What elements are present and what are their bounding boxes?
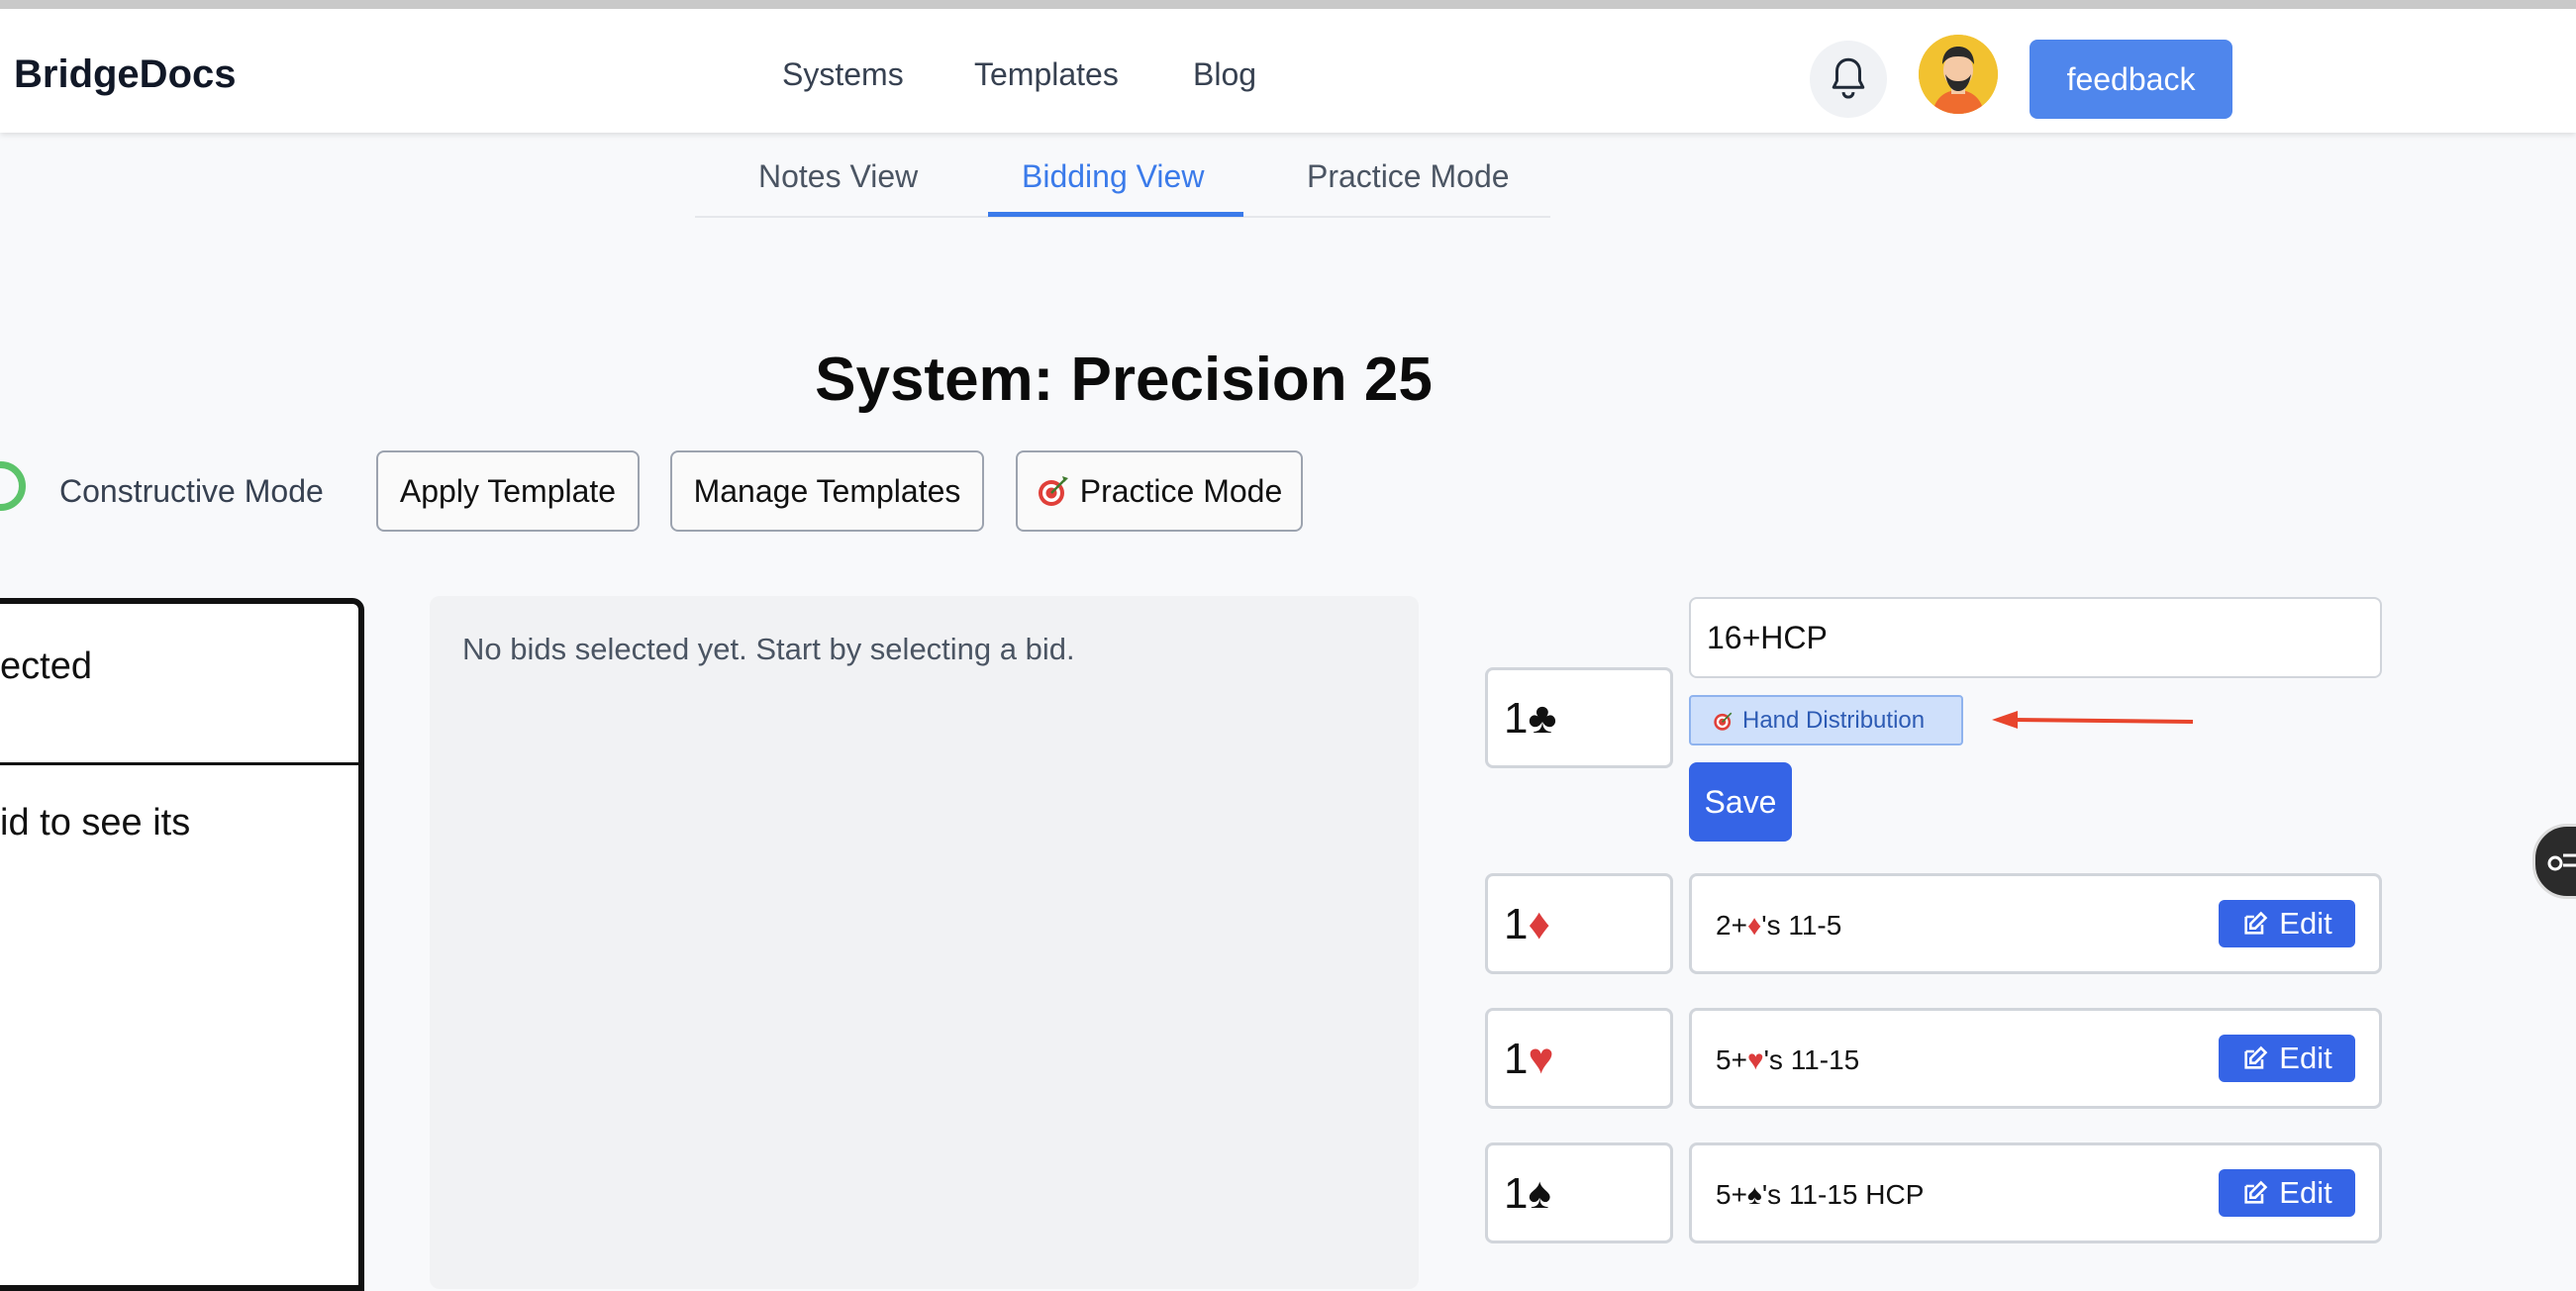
bid-detail-body-text: id to see its bbox=[0, 802, 191, 844]
edit-icon bbox=[2244, 1045, 2268, 1069]
bid-description-text: 5+♥'s 11-15 bbox=[1716, 1044, 1860, 1075]
bid-description-card: 5+♠'s 11-15 HCP Edit bbox=[1689, 1142, 2382, 1243]
nav-blog[interactable]: Blog bbox=[1193, 56, 1256, 93]
app-logo[interactable]: BridgeDocs bbox=[14, 52, 237, 97]
edit-icon bbox=[2244, 1180, 2268, 1204]
floating-widget-handle[interactable] bbox=[2532, 824, 2576, 899]
edit-icon bbox=[2244, 911, 2268, 935]
notifications-button[interactable] bbox=[1810, 41, 1887, 118]
bid-description-text: 5+♠'s 11-15 HCP bbox=[1716, 1179, 1925, 1210]
apply-template-button[interactable]: Apply Template bbox=[376, 450, 640, 532]
feedback-button[interactable]: feedback bbox=[2030, 40, 2232, 119]
hand-distribution-tag[interactable]: Hand Distribution bbox=[1689, 695, 1963, 745]
nav-systems[interactable]: Systems bbox=[782, 56, 904, 93]
bid-box-1c[interactable]: 1♣ bbox=[1485, 667, 1673, 768]
tab-notes-view[interactable]: Notes View bbox=[758, 158, 918, 195]
bid-detail-header: ected bbox=[0, 604, 358, 765]
bid-box-1d[interactable]: 1♦ bbox=[1485, 873, 1673, 974]
page-title: System: Precision 25 bbox=[815, 346, 1433, 414]
annotation-arrow bbox=[1992, 711, 2194, 729]
edit-button[interactable]: Edit bbox=[2219, 1169, 2355, 1217]
edit-button[interactable]: Edit bbox=[2219, 1035, 2355, 1082]
bid-detail-header-text: ected bbox=[0, 646, 92, 687]
bid-box-1h[interactable]: 1♥ bbox=[1485, 1008, 1673, 1109]
tab-practice-mode[interactable]: Practice Mode bbox=[1307, 158, 1510, 195]
manage-templates-button[interactable]: Manage Templates bbox=[670, 450, 984, 532]
bid-sequence-panel: No bids selected yet. Start by selecting… bbox=[430, 596, 1419, 1289]
toggle-icon bbox=[2547, 853, 2576, 871]
top-navbar: BridgeDocs Systems Templates Blog feedba… bbox=[0, 0, 2576, 133]
practice-mode-label: Practice Mode bbox=[1079, 472, 1283, 509]
tab-bidding-view[interactable]: Bidding View bbox=[1022, 158, 1204, 195]
tag-label: Hand Distribution bbox=[1742, 706, 1926, 734]
edit-label: Edit bbox=[2279, 1041, 2332, 1075]
view-tabs: Notes View Bidding View Practice Mode bbox=[695, 133, 1550, 218]
bid-description-card: 2+♦'s 11-5 Edit bbox=[1689, 873, 2382, 974]
save-button[interactable]: Save bbox=[1689, 762, 1792, 842]
user-avatar[interactable] bbox=[1919, 35, 1998, 114]
active-tab-indicator bbox=[988, 212, 1243, 217]
edit-button[interactable]: Edit bbox=[2219, 900, 2355, 947]
empty-state-text: No bids selected yet. Start by selecting… bbox=[462, 632, 1075, 666]
bid-label: 1♠ bbox=[1504, 1169, 1551, 1218]
bid-description-input[interactable] bbox=[1689, 597, 2382, 678]
bid-description-text: 2+♦'s 11-5 bbox=[1716, 910, 1842, 941]
bid-description-card: 5+♥'s 11-15 Edit bbox=[1689, 1008, 2382, 1109]
edit-label: Edit bbox=[2279, 906, 2332, 941]
nav-templates[interactable]: Templates bbox=[974, 56, 1119, 93]
edit-label: Edit bbox=[2279, 1175, 2332, 1210]
bid-label: 1♦ bbox=[1504, 900, 1550, 948]
avatar-face-icon bbox=[1919, 35, 1998, 114]
bid-box-1s[interactable]: 1♠ bbox=[1485, 1142, 1673, 1243]
bid-detail-panel: ected id to see its bbox=[0, 598, 364, 1291]
practice-mode-button[interactable]: Practice Mode bbox=[1016, 450, 1303, 532]
target-icon bbox=[1714, 712, 1733, 731]
bid-label: 1♣ bbox=[1504, 694, 1557, 743]
bell-icon bbox=[1832, 57, 1865, 99]
mode-label: Constructive Mode bbox=[59, 473, 324, 509]
mode-toggle[interactable] bbox=[0, 461, 26, 511]
bid-label: 1♥ bbox=[1504, 1035, 1554, 1083]
target-icon bbox=[1038, 476, 1068, 506]
